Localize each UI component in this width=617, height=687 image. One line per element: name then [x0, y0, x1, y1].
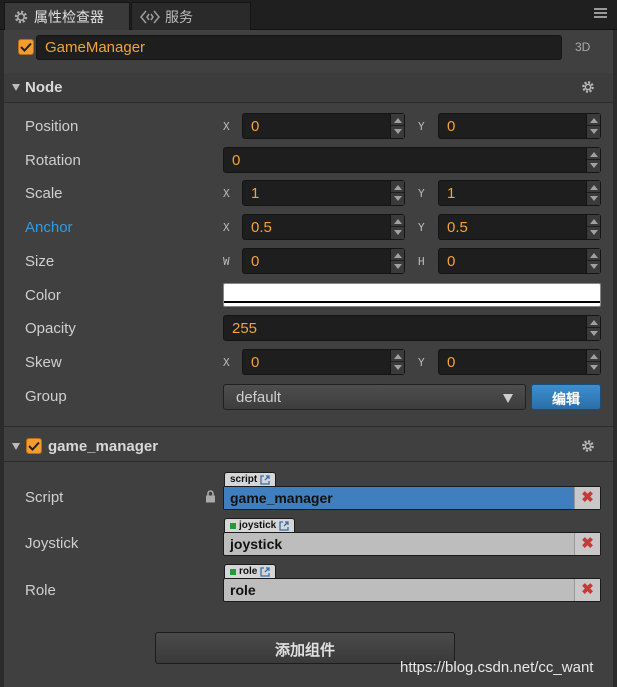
gear-icon [13, 9, 29, 25]
joystick-field[interactable]: joystick ✖ [223, 532, 601, 556]
anchor-label: Anchor [25, 219, 73, 236]
component-enabled-checkbox[interactable] [26, 438, 42, 454]
size-h-axis: H [418, 255, 425, 268]
size-label: Size [25, 253, 55, 270]
opacity-stepper[interactable] [586, 316, 600, 340]
scale-x-stepper[interactable] [390, 181, 404, 205]
service-icon [140, 9, 160, 24]
anchor-y-stepper[interactable] [586, 215, 600, 239]
script-field[interactable]: game_manager ✖ [223, 486, 601, 510]
tab-bar: 属性检查器 服务 [0, 0, 617, 30]
remove-role-icon[interactable]: ✖ [574, 579, 600, 601]
position-label: Position [25, 118, 79, 135]
skew-y-input[interactable]: 0 [438, 349, 601, 375]
scale-y-stepper[interactable] [586, 181, 600, 205]
node-type-icon [230, 568, 236, 575]
remove-joystick-icon[interactable]: ✖ [574, 533, 600, 555]
scale-y-input[interactable]: 1 [438, 180, 601, 206]
section-divider [4, 426, 613, 427]
collapse-triangle-icon[interactable] [12, 84, 20, 91]
scale-y-axis: Y [418, 187, 425, 200]
position-y-stepper[interactable] [586, 114, 600, 138]
component-collapse-triangle-icon[interactable] [12, 443, 20, 450]
component-settings-gear-icon[interactable] [581, 439, 595, 453]
opacity-input[interactable]: 255 [223, 315, 601, 341]
joystick-type-tag[interactable]: joystick [224, 518, 296, 532]
size-h-stepper[interactable] [586, 249, 600, 273]
position-x-input[interactable]: 0 [242, 113, 405, 139]
role-type-tag[interactable]: role [224, 564, 277, 578]
skew-y-stepper[interactable] [586, 350, 600, 374]
opacity-label: Opacity [25, 320, 76, 337]
anchor-x-axis: X [223, 221, 230, 234]
size-w-stepper[interactable] [390, 249, 404, 273]
anchor-y-axis: Y [418, 221, 425, 234]
position-y-axis: Y [418, 120, 425, 133]
role-field[interactable]: role ✖ [223, 578, 601, 602]
node-settings-gear-icon[interactable] [581, 80, 595, 94]
node-section-title: Node [25, 79, 63, 96]
group-label: Group [25, 388, 67, 405]
external-link-icon [279, 520, 289, 531]
tab-service[interactable]: 服务 [131, 2, 251, 30]
skew-x-input[interactable]: 0 [242, 349, 405, 375]
position-y-input[interactable]: 0 [438, 113, 601, 139]
group-select[interactable]: default [223, 384, 526, 410]
size-h-input[interactable]: 0 [438, 248, 601, 274]
scale-x-input[interactable]: 1 [242, 180, 405, 206]
script-type-tag[interactable]: script [224, 472, 277, 486]
role-label: Role [25, 582, 56, 599]
anchor-y-input[interactable]: 0.5 [438, 214, 601, 240]
color-label: Color [25, 287, 61, 304]
node-section-header[interactable]: Node [4, 73, 613, 103]
script-label: Script [25, 489, 64, 506]
remove-script-icon[interactable]: ✖ [574, 487, 600, 509]
skew-x-stepper[interactable] [390, 350, 404, 374]
tab-inspector-label: 属性检查器 [34, 9, 104, 26]
skew-label: Skew [25, 354, 62, 371]
watermark: https://blog.csdn.net/cc_want [400, 659, 594, 676]
joystick-label: Joystick [25, 535, 79, 552]
skew-x-axis: X [223, 356, 230, 369]
node-type-icon [230, 522, 236, 529]
component-title: game_manager [48, 438, 159, 455]
skew-y-axis: Y [418, 356, 425, 369]
rotation-input[interactable]: 0 [223, 147, 601, 173]
position-x-axis: X [223, 120, 230, 133]
anchor-x-stepper[interactable] [390, 215, 404, 239]
node-name-field[interactable]: GameManager [36, 35, 562, 60]
size-w-axis: W [223, 255, 230, 268]
edit-group-button[interactable]: 编辑 [531, 384, 601, 410]
color-swatch[interactable] [223, 283, 601, 307]
lock-icon [206, 490, 215, 503]
size-w-input[interactable]: 0 [242, 248, 405, 274]
rotation-label: Rotation [25, 152, 81, 169]
menu-icon[interactable] [594, 8, 607, 20]
tab-service-label: 服务 [165, 9, 193, 26]
external-link-icon [260, 474, 270, 485]
scale-label: Scale [25, 185, 63, 202]
node-active-checkbox[interactable] [18, 39, 34, 55]
check-icon [28, 441, 40, 451]
tab-inspector[interactable]: 属性检查器 [4, 2, 130, 30]
position-x-stepper[interactable] [390, 114, 404, 138]
dropdown-arrow-icon [503, 394, 513, 403]
rotation-stepper[interactable] [586, 148, 600, 172]
external-link-icon [260, 566, 270, 577]
3d-toggle[interactable]: 3D [575, 40, 590, 54]
scale-x-axis: X [223, 187, 230, 200]
anchor-x-input[interactable]: 0.5 [242, 214, 405, 240]
section-divider [4, 461, 613, 462]
check-icon [20, 42, 32, 52]
